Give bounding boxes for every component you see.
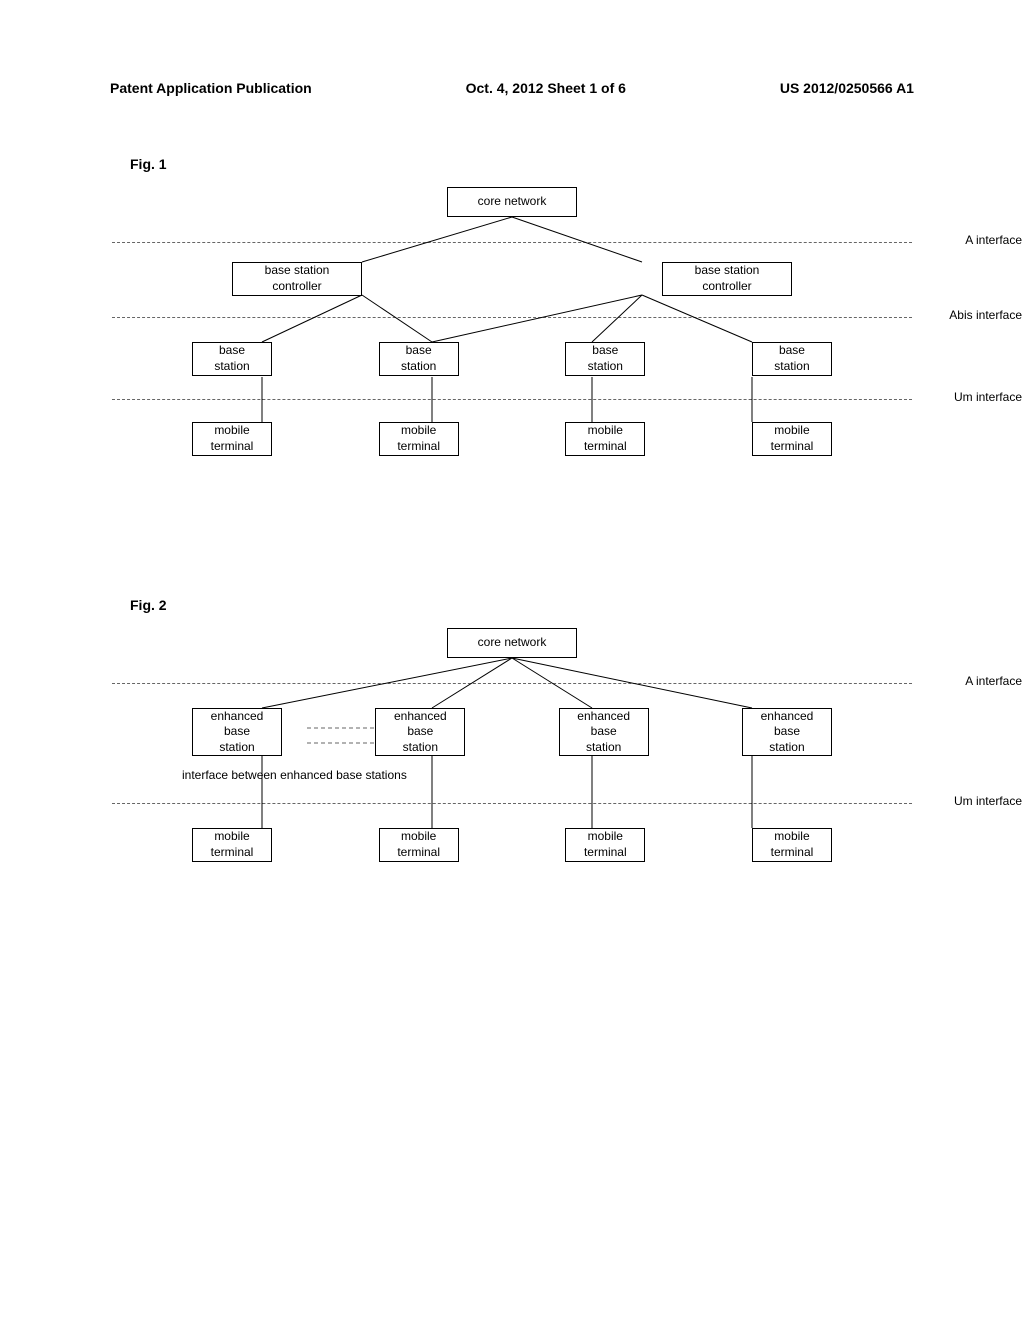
fig2-mobile-terminal: mobile terminal [379, 828, 459, 862]
fig2-inter-ebs-label: interface between enhanced base stations [182, 768, 872, 782]
fig2-diagram: core network A interface enhanced base s… [152, 628, 872, 908]
fig2-enhanced-base-station: enhanced base station [375, 708, 465, 756]
fig1-label: Fig. 1 [130, 156, 964, 172]
fig1-mobile-terminal: mobile terminal [752, 422, 832, 456]
fig2-enhanced-base-station: enhanced base station [192, 708, 282, 756]
fig1-mobile-terminal: mobile terminal [192, 422, 272, 456]
fig1-a-interface-label: A interface [965, 233, 1022, 247]
fig2-enhanced-base-station: enhanced base station [559, 708, 649, 756]
fig2-enhanced-base-station: enhanced base station [742, 708, 832, 756]
fig1-abis-interface-label: Abis interface [949, 308, 1022, 322]
fig1-diagram: core network A interface base station co… [152, 187, 872, 497]
fig2-mobile-terminal: mobile terminal [192, 828, 272, 862]
fig2-core-network: core network [447, 628, 577, 658]
fig1-bsc: base station controller [662, 262, 792, 296]
fig2-label: Fig. 2 [130, 597, 964, 613]
fig1-base-station: base station [192, 342, 272, 376]
fig2-mobile-terminal: mobile terminal [565, 828, 645, 862]
fig1-mobile-terminal: mobile terminal [565, 422, 645, 456]
header-left: Patent Application Publication [110, 80, 312, 96]
fig2-a-interface-label: A interface [965, 674, 1022, 688]
header-right: US 2012/0250566 A1 [780, 80, 914, 96]
fig1-mobile-terminal: mobile terminal [379, 422, 459, 456]
fig2-um-interface-label: Um interface [954, 794, 1022, 808]
fig1-bsc: base station controller [232, 262, 362, 296]
fig1-um-interface-label: Um interface [954, 390, 1022, 404]
fig1-core-network: core network [447, 187, 577, 217]
header-center: Oct. 4, 2012 Sheet 1 of 6 [466, 80, 626, 96]
fig1-base-station: base station [379, 342, 459, 376]
page-header: Patent Application Publication Oct. 4, 2… [60, 80, 964, 96]
fig1-base-station: base station [752, 342, 832, 376]
fig1-base-station: base station [565, 342, 645, 376]
fig2-mobile-terminal: mobile terminal [752, 828, 832, 862]
